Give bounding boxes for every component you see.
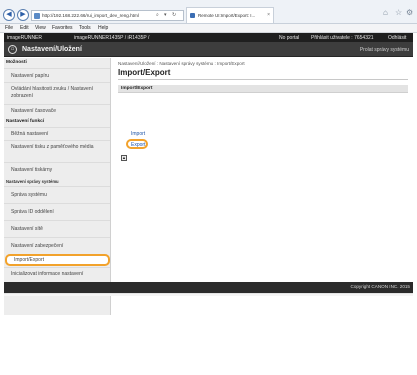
settings-icon[interactable]: ⚙ [406, 8, 413, 17]
device-model: imageRUNNER1435P / iR1435P / [74, 35, 150, 41]
page-title: Import/Export [118, 68, 171, 77]
sidebar-item-paper-settings[interactable]: Nastavení papíru [4, 68, 110, 82]
back-icon[interactable]: ◀ [3, 9, 15, 21]
copyright: Copyright CANON INC. 2015 [350, 284, 411, 289]
tab-close-icon[interactable]: × [267, 12, 270, 18]
back-to-top-icon[interactable]: ▲ [121, 155, 127, 161]
settings-header: ⌂ Nastavení/Uložení Prolat správy systém… [4, 42, 413, 57]
address-bar[interactable]: http://192.168.222.66/rui_import_dev_ren… [31, 10, 184, 21]
menu-file[interactable]: File [5, 25, 13, 31]
browser-tab-bar: ◀ ▶ http://192.168.222.66/rui_import_dev… [0, 0, 417, 24]
sidebar-item-printer-settings[interactable]: Nastavení tiskárny [4, 162, 110, 176]
refresh-icon[interactable]: ↻ [172, 12, 176, 18]
sidebar-group-function-settings: Nastavení funkcí [6, 119, 45, 124]
menu-help[interactable]: Help [98, 25, 108, 31]
title-divider [118, 79, 408, 80]
remote-ui-page: imageRUNNER imageRUNNER1435P / iR1435P /… [4, 33, 413, 315]
main-content: Nastavení/Uložení : Nastavení správy sys… [114, 58, 413, 289]
tab-favicon-icon [190, 13, 195, 18]
address-text: http://192.168.222.66/rui_import_dev_ren… [42, 13, 139, 18]
menu-bar: File Edit View Favorites Tools Help [0, 24, 417, 33]
admin-mode-link[interactable]: Prolat správy systému [360, 47, 409, 53]
sidebar-item-department-id[interactable]: Správa ID oddělení [4, 203, 110, 220]
menu-tools[interactable]: Tools [79, 25, 91, 31]
dropdown-icon[interactable]: ▾ [164, 12, 167, 18]
favorites-icon[interactable]: ☆ [395, 8, 402, 17]
search-icon[interactable]: ⌕ [156, 12, 159, 18]
section-title: Import/Export [121, 86, 153, 91]
tab-title: Remote UI:Import/Export: I... [198, 13, 256, 18]
header-title: Nastavení/Uložení [22, 46, 82, 53]
settings-home-icon[interactable]: ⌂ [8, 45, 17, 54]
forward-icon[interactable]: ▶ [17, 9, 29, 21]
footer: Copyright CANON INC. 2015 [4, 282, 413, 293]
home-icon[interactable]: ⌂ [383, 8, 388, 17]
device-bar: imageRUNNER imageRUNNER1435P / iR1435P /… [4, 33, 413, 42]
page-bottom-edge [4, 293, 413, 296]
sidebar-item-media-print[interactable]: Nastavení tisku z paměťového média [4, 140, 110, 162]
sidebar-group-preferences: Možnosti [6, 60, 27, 65]
sidebar-item-import-export[interactable]: Import/Export [5, 254, 110, 266]
sidebar-item-timer-settings[interactable]: Nastavení časovače [4, 104, 110, 117]
portal-link[interactable]: No portal [279, 35, 299, 41]
export-link[interactable]: Export [131, 142, 145, 148]
section-header: Import/Export [118, 85, 408, 93]
sidebar-item-initialize-settings[interactable]: Inicializovat informace nastavení [4, 267, 110, 281]
logged-user: Přihlásit uživatele : 7654321 [311, 35, 374, 41]
menu-favorites[interactable]: Favorites [52, 25, 73, 31]
device-label: imageRUNNER [7, 35, 43, 41]
sidebar-item-common-settings[interactable]: Běžná nastavení [4, 127, 110, 140]
browser-tab[interactable]: Remote UI:Import/Export: I... × [186, 7, 274, 23]
menu-edit[interactable]: Edit [20, 25, 29, 31]
menu-view[interactable]: View [35, 25, 46, 31]
sidebar-group-system-management: Nastavení správy systému [6, 179, 59, 184]
import-link[interactable]: Import [131, 131, 145, 137]
sidebar-item-volume-display[interactable]: Ovládání hlasitosti zvuku / Nastavení zo… [4, 82, 110, 104]
sidebar-item-system-management[interactable]: Správa systému [4, 186, 110, 203]
sidebar: Možnosti Nastavení papíru Ovládání hlasi… [4, 58, 111, 315]
sidebar-item-security-settings[interactable]: Nastavení zabezpečení [4, 237, 110, 254]
breadcrumb: Nastavení/Uložení : Nastavení správy sys… [118, 61, 245, 66]
logout-link[interactable]: Odhlásit [388, 35, 406, 41]
sidebar-item-network-settings[interactable]: Nastavení sítě [4, 220, 110, 237]
page-icon [34, 13, 40, 19]
